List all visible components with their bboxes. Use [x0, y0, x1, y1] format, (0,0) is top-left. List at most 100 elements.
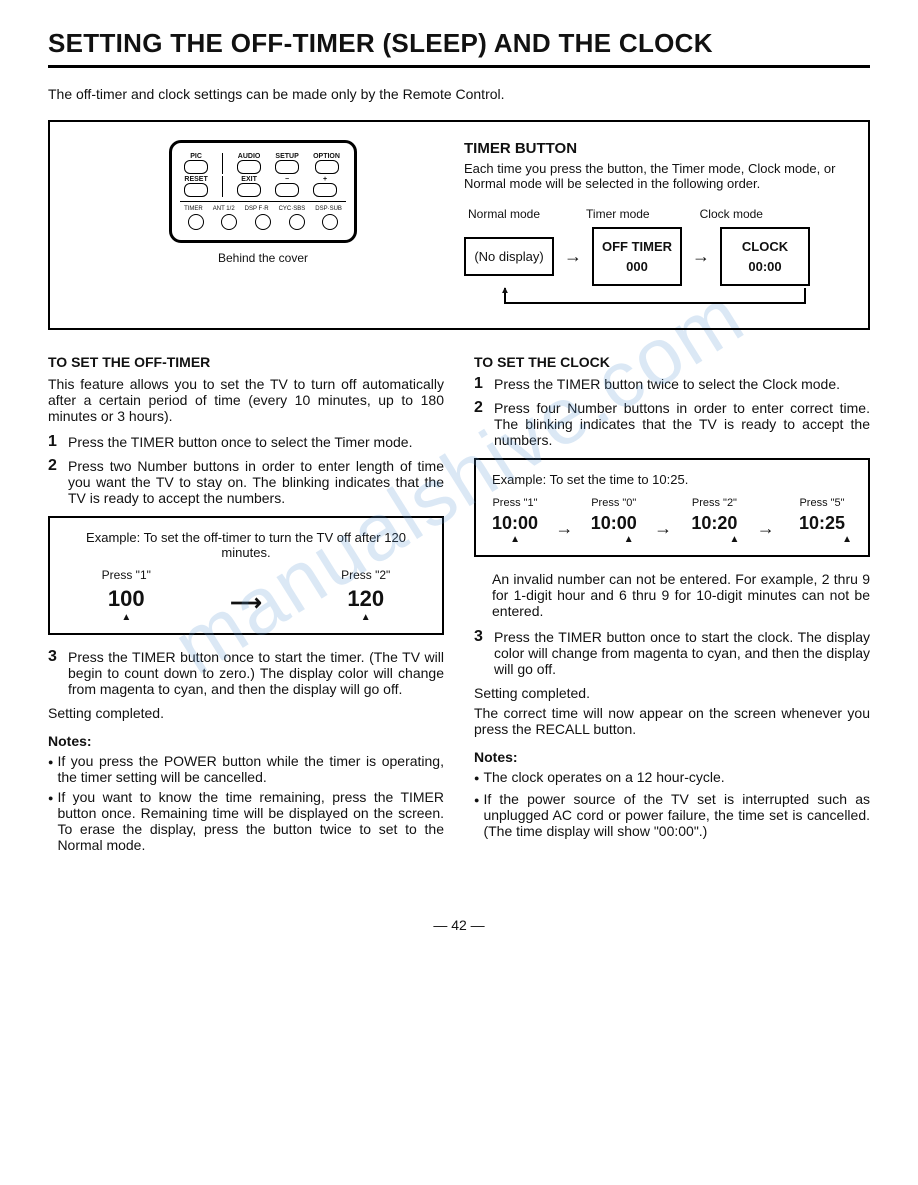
- display-value: 10:25: [792, 513, 852, 534]
- remote-button-icon: [289, 214, 305, 230]
- notes-heading: Notes:: [474, 749, 870, 765]
- blink-indicator-icon: ▲: [341, 612, 390, 623]
- note-bullet: If you press the POWER button while the …: [48, 753, 444, 785]
- mode-labels: Normal mode Timer mode Clock mode: [464, 207, 846, 221]
- step-1: 1 Press the TIMER button once to select …: [48, 434, 444, 450]
- arrow-right-icon: →: [564, 246, 582, 267]
- blink-indicator-icon: ▲: [621, 534, 637, 545]
- remote-button-icon: [237, 183, 261, 197]
- arrow-right-icon: →: [757, 518, 775, 539]
- off-timer-example: Example: To set the off-timer to turn th…: [48, 516, 444, 635]
- off-timer-section: TO SET THE OFF-TIMER This feature allows…: [48, 354, 444, 857]
- setting-completed: Setting completed.: [48, 705, 444, 721]
- display-value: 120: [341, 586, 390, 612]
- step-text: Press two Number buttons in order to ent…: [68, 458, 444, 506]
- note-bullet: If the power source of the TV set is int…: [474, 791, 870, 839]
- remote-button-icon: [188, 214, 204, 230]
- note-bullet: The clock operates on a 12 hour-cycle.: [474, 769, 870, 787]
- remote-button-icon: [184, 183, 208, 197]
- display-value: 10:00: [591, 513, 637, 534]
- display-value: 10:00: [492, 513, 538, 534]
- step-text: Press the TIMER button once to select th…: [68, 434, 412, 450]
- clock-example: Example: To set the time to 10:25. Press…: [474, 458, 870, 557]
- remote-label: SETUP: [275, 153, 298, 160]
- setting-completed-detail: The correct time will now appear on the …: [474, 705, 870, 737]
- notes-heading: Notes:: [48, 733, 444, 749]
- press-label: Press "1": [492, 497, 538, 509]
- arrow-right-icon: →: [692, 246, 710, 267]
- remote-label: CYC·SBS: [279, 206, 306, 212]
- step-text: Press the TIMER button once to start the…: [68, 649, 444, 697]
- blink-indicator-icon: ▲: [842, 534, 852, 545]
- arrow-right-icon: →: [555, 518, 573, 539]
- step-3: 3 Press the TIMER button once to start t…: [48, 649, 444, 697]
- step-3: 3 Press the TIMER button once to start t…: [474, 629, 870, 677]
- blink-indicator-icon: ▲: [729, 534, 739, 545]
- off-timer-intro: This feature allows you to set the TV to…: [48, 376, 444, 424]
- step-text: Press the TIMER button twice to select t…: [494, 376, 840, 392]
- setting-completed: Setting completed.: [474, 685, 870, 701]
- step-number: 3: [474, 629, 488, 677]
- remote-label: DSP·SUB: [315, 206, 342, 212]
- step-number: 2: [474, 400, 488, 448]
- mode-label: Timer mode: [586, 207, 650, 221]
- mode-row: (No display) → OFF TIMER 000 → CLOCK 00:…: [464, 227, 846, 286]
- remote-label: PIC: [190, 153, 202, 160]
- body-columns: TO SET THE OFF-TIMER This feature allows…: [48, 354, 870, 857]
- example-title: Example: To set the off-timer to turn th…: [66, 530, 426, 560]
- remote-button-icon: [322, 214, 338, 230]
- mode-box-normal: (No display): [464, 237, 554, 277]
- timer-button-heading: TIMER BUTTON: [464, 140, 846, 157]
- invalid-note: An invalid number can not be entered. Fo…: [474, 571, 870, 619]
- remote-label: EXIT: [241, 176, 257, 183]
- blink-indicator-icon: ▲: [102, 612, 151, 623]
- loop-arrow-icon: [464, 288, 846, 304]
- mode-label: Normal mode: [468, 207, 540, 221]
- press-label: Press "2": [341, 568, 390, 582]
- remote-button-icon: [315, 160, 339, 174]
- note-text: If you press the POWER button while the …: [57, 753, 444, 785]
- display-value: 100: [102, 586, 151, 612]
- step-text: Press the TIMER button once to start the…: [494, 629, 870, 677]
- remote-caption: Behind the cover: [72, 251, 454, 265]
- note-text: If the power source of the TV set is int…: [483, 791, 870, 839]
- mode-box-timer: OFF TIMER 000: [592, 227, 682, 286]
- note-text: The clock operates on a 12 hour-cycle.: [483, 769, 724, 787]
- intro-text: The off-timer and clock settings can be …: [48, 86, 870, 102]
- remote-label: OPTION: [313, 153, 340, 160]
- remote-label: TIMER: [184, 206, 203, 212]
- press-label: Press "1": [102, 568, 151, 582]
- remote-button-icon: [184, 160, 208, 174]
- page-title: SETTING THE OFF-TIMER (SLEEP) AND THE CL…: [48, 28, 870, 68]
- remote-side: PIC AUDIO SETUP OPTION RESET EXIT − + TI…: [72, 140, 454, 304]
- blink-indicator-icon: ▲: [492, 534, 538, 545]
- remote-button-icon: [255, 214, 271, 230]
- timer-explain: TIMER BUTTON Each time you press the but…: [454, 140, 846, 304]
- step-number: 2: [48, 458, 62, 506]
- step-number: 1: [474, 376, 488, 392]
- step-text: Press four Number buttons in order to en…: [494, 400, 870, 448]
- arrow-right-icon: ⟶: [230, 590, 262, 616]
- remote-label: +: [323, 176, 327, 183]
- remote-label: ANT 1/2: [213, 206, 235, 212]
- step-number: 3: [48, 649, 62, 697]
- press-label: Press "2": [689, 497, 739, 509]
- remote-label: DSP F·R: [245, 206, 269, 212]
- arrow-right-icon: →: [654, 518, 672, 539]
- page: manualshive.com SETTING THE OFF-TIMER (S…: [48, 28, 870, 933]
- remote-button-icon: [313, 183, 337, 197]
- step-number: 1: [48, 434, 62, 450]
- remote-button-icon: [221, 214, 237, 230]
- off-timer-heading: TO SET THE OFF-TIMER: [48, 354, 444, 370]
- timer-diagram-box: PIC AUDIO SETUP OPTION RESET EXIT − + TI…: [48, 120, 870, 330]
- remote-button-icon: [237, 160, 261, 174]
- press-label: Press "5": [792, 497, 852, 509]
- remote-label: RESET: [184, 176, 207, 183]
- mode-label: Clock mode: [700, 207, 763, 221]
- remote-label: −: [285, 176, 289, 183]
- remote-illustration: PIC AUDIO SETUP OPTION RESET EXIT − + TI…: [169, 140, 357, 243]
- page-number: — 42 —: [48, 917, 870, 933]
- display-value: 10:20: [689, 513, 739, 534]
- remote-button-icon: [275, 160, 299, 174]
- note-bullet: If you want to know the time remaining, …: [48, 789, 444, 853]
